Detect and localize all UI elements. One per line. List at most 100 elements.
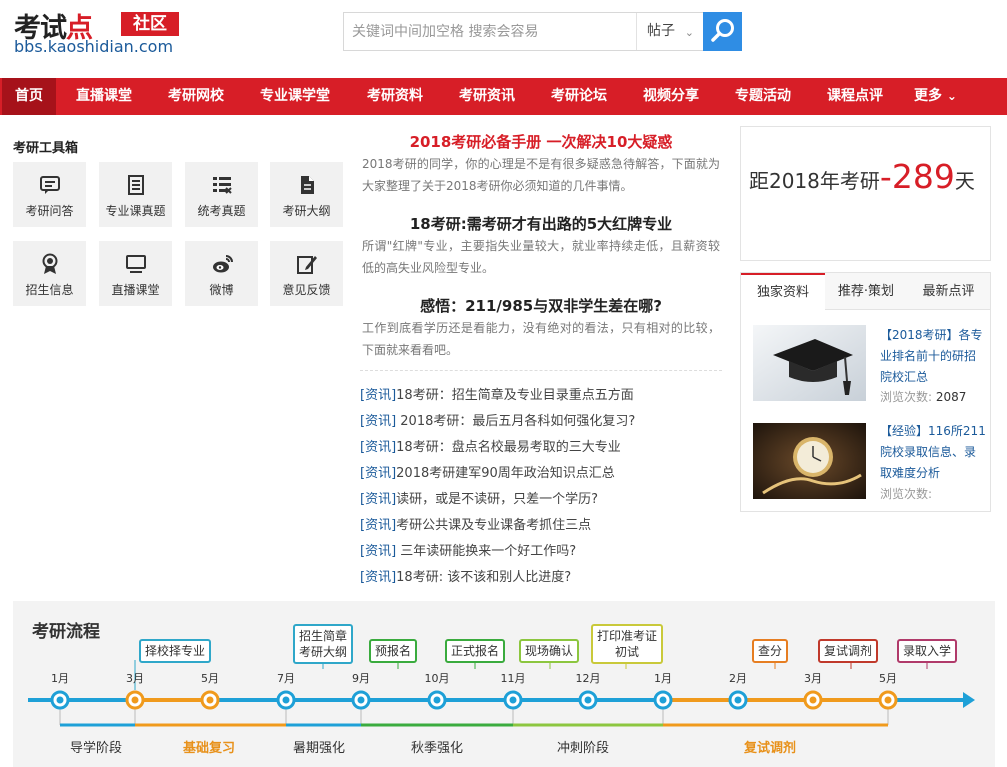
panel-item-views: 浏览次数: 2087: [880, 388, 966, 405]
nav-item-home[interactable]: 首页: [2, 78, 56, 115]
panel-item-title[interactable]: 【2018考研】各专业排名前十的研招院校汇总: [880, 325, 986, 388]
search-icon: [711, 19, 734, 42]
thumb-graduation-cap[interactable]: [753, 325, 866, 401]
news-item[interactable]: [资讯] 2018考研：最后五月各科如何强化复习?: [360, 410, 635, 429]
tool-qa[interactable]: 考研问答: [13, 162, 86, 227]
tool-major-exams[interactable]: 专业课真题: [99, 162, 172, 227]
weibo-icon: [213, 255, 233, 273]
nav-item-school[interactable]: 考研网校: [155, 78, 237, 115]
countdown-suffix: 天: [954, 169, 975, 193]
feature-headline[interactable]: 18考研:需考研才有出路的5大红牌专业: [361, 213, 721, 234]
event-check-score: 查分: [752, 639, 789, 663]
month-label: 2月: [729, 672, 747, 685]
news-tag: [资讯]: [360, 414, 397, 429]
tool-feedback[interactable]: 意见反馈: [270, 241, 343, 306]
stage-label: 冲刺阶段: [557, 741, 610, 756]
main-nav: 首页 直播课堂 考研网校 专业课学堂 考研资料 考研资讯 考研论坛 视频分享 专…: [0, 78, 1007, 115]
search-input[interactable]: [344, 13, 636, 50]
thumb-pocket-watch[interactable]: [753, 423, 866, 499]
news-item[interactable]: [资讯]18考研: 该不该和别人比进度?: [360, 566, 571, 585]
feature-headline[interactable]: 感悟：211/985与双非学生差在哪?: [361, 295, 721, 316]
event-enrollment: 录取入学: [897, 639, 958, 663]
panel-item-tag: 【2018考研】: [880, 328, 959, 342]
news-item[interactable]: [资讯] 三年读研能换来一个好工作吗?: [360, 540, 576, 559]
tab-recommend[interactable]: 推荐·策划: [825, 273, 907, 310]
event-choose-school: 择校择专业: [139, 639, 212, 663]
stage-label: 暑期强化: [293, 741, 346, 756]
event-retest-adjust: 复试调剂: [818, 639, 879, 663]
news-tag: [资讯]: [360, 518, 397, 533]
toolbox-title: 考研工具箱: [13, 141, 79, 156]
process-section: 考研流程 1月 3月 5月 7月 9月 10月 11月 12月 1月 2月 3月…: [13, 601, 995, 767]
tab-latest-reviews[interactable]: 最新点评: [907, 273, 990, 310]
tool-label: 考研大纲: [282, 204, 331, 218]
search-type-label: 帖子: [647, 23, 675, 39]
views-count: 2087: [935, 390, 967, 404]
logo-url[interactable]: bbs.kaoshidian.com: [14, 37, 173, 56]
tool-admission[interactable]: 招生信息: [13, 241, 86, 306]
search-type-select[interactable]: 帖子 ⌄: [636, 13, 703, 50]
news-tag: [资讯]: [360, 544, 397, 559]
stage-label: 秋季强化: [411, 741, 464, 756]
timeline-arrow: [963, 692, 975, 708]
feature-headline[interactable]: 2018考研必备手册 一次解决10大疑惑: [361, 131, 721, 152]
nav-item-video[interactable]: 视频分享: [630, 78, 712, 115]
news-text: 三年读研能换来一个好工作吗?: [396, 544, 577, 559]
chevron-down-icon: ⌄: [946, 89, 957, 103]
resource-panel: 独家资料 推荐·策划 最新点评 【2018考研】各专业排名前十的研招院校汇总 浏…: [740, 272, 991, 512]
site-header: 考试点 社区 bbs.kaoshidian.com 帖子⌄: [0, 0, 1007, 78]
news-tag: [资讯]: [360, 570, 397, 585]
month-label: 3月: [126, 672, 144, 685]
news-tag: [资讯]: [360, 466, 397, 481]
news-text: 18考研: 该不该和别人比进度?: [396, 570, 572, 585]
news-tag: [资讯]: [360, 388, 397, 403]
search-button[interactable]: [703, 12, 742, 51]
chat-icon: [40, 176, 60, 194]
news-text: 读研，或是不读研，只差一个学历?: [396, 492, 599, 507]
tool-label: 直播课堂: [111, 283, 160, 297]
month-label: 7月: [277, 672, 295, 685]
panel-item-title[interactable]: 【经验】116所211院校录取信息、录取难度分析: [880, 421, 986, 484]
feature-desc: 工作到底看学历还是看能力，没有绝对的看法，只有相对的比较，下面就来看看吧。: [362, 321, 720, 357]
countdown-prefix: 距2018年考研: [749, 169, 880, 193]
event-pre-registration: 预报名: [369, 639, 418, 663]
month-label: 1月: [654, 672, 672, 685]
event-admission-guide: 招生简章 考研大纲: [293, 624, 354, 664]
tool-label: 统考真题: [197, 204, 246, 218]
nav-item-major[interactable]: 专业课学堂: [247, 78, 343, 115]
feature-desc: 2018考研的同学，你的心理是不是有很多疑惑急待解答，下面就为大家整理了关于20…: [362, 157, 720, 193]
tool-label: 招生信息: [25, 283, 74, 297]
nav-item-more[interactable]: 更多 ⌄: [901, 78, 970, 115]
chevron-down-icon: ⌄: [684, 26, 694, 39]
logo-badge[interactable]: 社区: [121, 12, 179, 36]
nav-item-live[interactable]: 直播课堂: [63, 78, 145, 115]
news-text: 18考研：盘点名校最易考取的三大专业: [396, 440, 621, 455]
news-item[interactable]: [资讯]2018考研建军90周年政治知识点汇总: [360, 462, 615, 481]
month-label: 12月: [575, 672, 601, 685]
event-onsite-confirm: 现场确认: [519, 639, 580, 663]
document-icon: [128, 175, 144, 195]
nav-item-reviews[interactable]: 课程点评: [814, 78, 896, 115]
news-item[interactable]: [资讯]考研公共课及专业课备考抓住三点: [360, 514, 591, 533]
news-item[interactable]: [资讯]18考研：盘点名校最易考取的三大专业: [360, 436, 621, 455]
month-label: 3月: [804, 672, 822, 685]
search-bar: 帖子 ⌄: [343, 12, 742, 51]
tab-exclusive[interactable]: 独家资料: [741, 273, 825, 311]
panel-item-tag: 【经验】: [880, 424, 929, 438]
tool-syllabus[interactable]: 考研大纲: [270, 162, 343, 227]
news-item[interactable]: [资讯]读研，或是不读研，只差一个学历?: [360, 488, 598, 507]
news-tag: [资讯]: [360, 440, 397, 455]
tool-weibo[interactable]: 微博: [185, 241, 258, 306]
tool-live[interactable]: 直播课堂: [99, 241, 172, 306]
stage-label: 导学阶段: [70, 741, 123, 756]
tool-label: 意见反馈: [282, 283, 331, 297]
tool-label: 专业课真题: [105, 204, 166, 218]
nav-item-materials[interactable]: 考研资料: [354, 78, 436, 115]
nav-item-news[interactable]: 考研资讯: [446, 78, 528, 115]
news-item[interactable]: [资讯]18考研：招生简章及专业目录重点五方面: [360, 384, 634, 403]
news-text: 2018考研建军90周年政治知识点汇总: [396, 466, 615, 481]
nav-item-forum[interactable]: 考研论坛: [538, 78, 620, 115]
stage-label: 复试调剂: [744, 741, 797, 756]
nav-item-events[interactable]: 专题活动: [722, 78, 804, 115]
tool-unified-exams[interactable]: 统考真题: [185, 162, 258, 227]
